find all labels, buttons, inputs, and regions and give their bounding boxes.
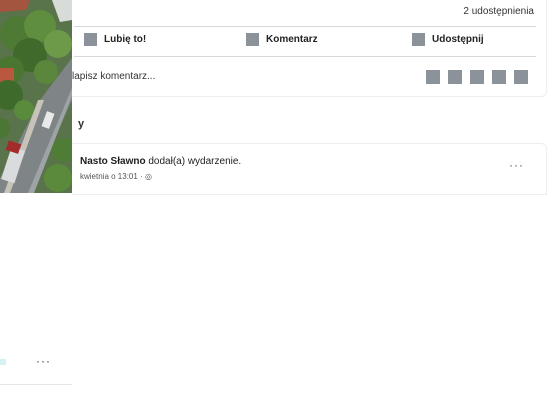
- post-card: 2 udostępnienia Lubię to! Komentarz Udos…: [72, 0, 547, 97]
- comment-button[interactable]: Komentarz: [246, 33, 318, 46]
- gif-icon[interactable]: [492, 70, 506, 84]
- post-more-button[interactable]: ···: [509, 158, 524, 172]
- post-header: Nasto Sławno dodał(a) wydarzenie.: [80, 156, 241, 167]
- divider: [0, 384, 72, 385]
- reaction-indicator: [0, 359, 6, 365]
- comment-tools: [426, 70, 528, 84]
- avatar-icon[interactable]: [426, 70, 440, 84]
- camera-icon[interactable]: [470, 70, 484, 84]
- left-post-footer: ···: [0, 340, 72, 394]
- feed-post: Nasto Sławno dodał(a) wydarzenie. kwietn…: [72, 143, 547, 195]
- post-meta: kwietnia o 13:01 · ◎: [80, 172, 152, 181]
- post-timestamp[interactable]: kwietnia o 13:01 ·: [80, 172, 145, 181]
- shares-count[interactable]: 2 udostępnienia: [463, 6, 534, 17]
- share-icon: [412, 33, 425, 46]
- share-button[interactable]: Udostępnij: [412, 33, 484, 46]
- aerial-photo[interactable]: [0, 0, 72, 193]
- like-icon: [84, 33, 97, 46]
- author-name[interactable]: Nasto Sławno: [80, 156, 146, 167]
- divider: [74, 56, 536, 57]
- globe-icon: ◎: [144, 172, 152, 181]
- emoji-icon[interactable]: [448, 70, 462, 84]
- comment-input[interactable]: [72, 67, 332, 85]
- section-heading: y: [78, 118, 85, 130]
- comment-composer: [72, 62, 546, 90]
- more-options-button[interactable]: ···: [36, 354, 51, 368]
- like-label: Lubię to!: [104, 34, 147, 45]
- divider: [74, 26, 536, 27]
- comment-icon: [246, 33, 259, 46]
- post-actions-bar: Lubię to! Komentarz Udostępnij: [72, 30, 546, 54]
- comment-label: Komentarz: [266, 34, 318, 45]
- like-button[interactable]: Lubię to!: [84, 33, 146, 46]
- sticker-icon[interactable]: [514, 70, 528, 84]
- share-label: Udostępnij: [432, 34, 484, 45]
- post-action-text: dodał(a) wydarzenie.: [148, 156, 242, 167]
